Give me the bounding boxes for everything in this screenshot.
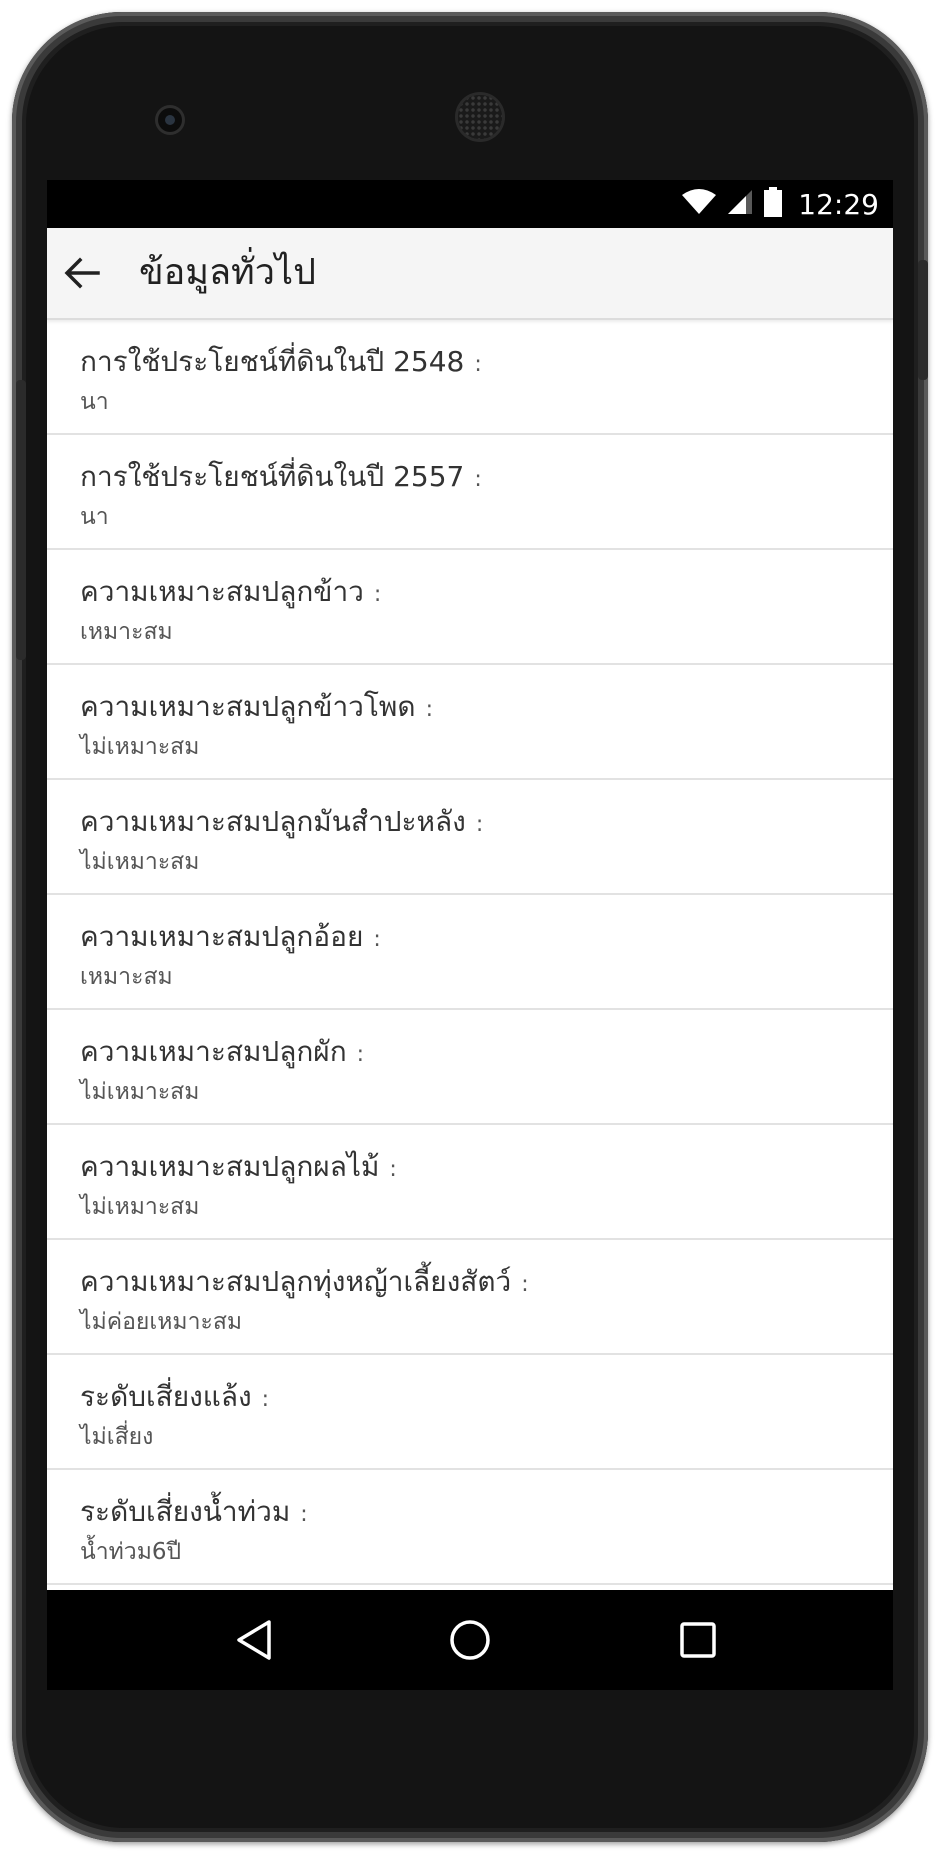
item-colon: : xyxy=(373,927,381,952)
item-colon: : xyxy=(373,582,382,607)
item-value: เหมาะสม xyxy=(80,619,173,645)
list-item[interactable]: ระดับเสี่ยงแล้ง: ไม่เสี่ยง xyxy=(47,1355,893,1470)
status-bar: 12:29 xyxy=(47,180,893,228)
item-label: ความเหมาะสมปลูกทุ่งหญ้าเลี้ยงสัตว์ xyxy=(80,1265,512,1298)
nav-home-button[interactable] xyxy=(445,1615,495,1665)
list-item[interactable]: การใช้ประโยชน์ที่ดินในปี 2548: นา xyxy=(47,320,893,435)
item-label-row: ความเหมาะสมปลูกมันสำปะหลัง: xyxy=(80,802,893,845)
item-colon: : xyxy=(521,1272,529,1297)
item-label-row: การใช้ประโยชน์ที่ดินในปี 2557: xyxy=(80,457,893,500)
item-colon: : xyxy=(300,1502,308,1527)
list-item[interactable]: ระดับเสี่ยงน้ำท่วม: น้ำท่วม6ปี xyxy=(47,1470,893,1585)
item-label-row: ระดับเสี่ยงแล้ง: xyxy=(80,1377,893,1420)
item-colon: : xyxy=(475,812,484,837)
item-value: ไม่เหมาะสม xyxy=(80,734,200,760)
item-colon: : xyxy=(261,1387,270,1412)
item-colon: : xyxy=(474,352,482,377)
home-circle-icon xyxy=(450,1620,490,1660)
item-colon: : xyxy=(474,467,482,492)
nav-back-button[interactable] xyxy=(229,1615,279,1665)
item-value: น้ำท่วม6ปี xyxy=(80,1539,182,1565)
item-value: เหมาะสม xyxy=(80,964,173,990)
item-label: ระดับเสี่ยงแล้ง xyxy=(80,1380,252,1413)
power-button xyxy=(918,260,928,380)
list-item[interactable]: ความเหมาะสมปลูกทุ่งหญ้าเลี้ยงสัตว์: ไม่ค่… xyxy=(47,1240,893,1355)
item-label: ความเหมาะสมปลูกผัก xyxy=(80,1035,347,1068)
item-label-row: ระดับเสี่ยงน้ำท่วม: xyxy=(80,1492,893,1535)
arrow-back-icon xyxy=(64,257,100,289)
item-label-row: ความเหมาะสมปลูกทุ่งหญ้าเลี้ยงสัตว์: xyxy=(80,1262,893,1305)
item-value: ไม่เหมาะสม xyxy=(80,1194,200,1220)
item-label: การใช้ประโยชน์ที่ดินในปี 2548 xyxy=(80,345,465,378)
device-screen: 12:29 ข้อมูลทั่วไป การใช้ประโยชน์ที่ดินใ… xyxy=(47,180,893,1690)
info-list: การใช้ประโยชน์ที่ดินในปี 2548: นา การใช้ปร… xyxy=(47,320,893,1585)
list-item[interactable]: การใช้ประโยชน์ที่ดินในปี 2557: นา xyxy=(47,435,893,550)
item-colon: : xyxy=(356,1042,365,1067)
back-button[interactable] xyxy=(59,250,105,296)
list-item[interactable]: ความเหมาะสมปลูกผลไม้: ไม่เหมาะสม xyxy=(47,1125,893,1240)
item-label-row: ความเหมาะสมปลูกข้าวโพด: xyxy=(80,687,893,730)
list-item[interactable]: ความเหมาะสมปลูกข้าว: เหมาะสม xyxy=(47,550,893,665)
status-time: 12:29 xyxy=(798,187,879,221)
item-label: การใช้ประโยชน์ที่ดินในปี 2557 xyxy=(80,460,465,493)
item-label: ความเหมาะสมปลูกข้าว xyxy=(80,575,364,608)
item-value: ไม่เหมาะสม xyxy=(80,849,200,875)
status-icons: 12:29 xyxy=(682,180,879,228)
cell-signal-icon xyxy=(726,188,754,220)
item-value: ไม่เสี่ยง xyxy=(80,1424,154,1450)
item-value: นา xyxy=(80,389,109,415)
list-item[interactable]: ความเหมาะสมปลูกผัก: ไม่เหมาะสม xyxy=(47,1010,893,1125)
item-label: ความเหมาะสมปลูกมันสำปะหลัง xyxy=(80,805,466,838)
item-label: ระดับเสี่ยงน้ำท่วม xyxy=(80,1495,291,1528)
list-item[interactable]: ความเหมาะสมปลูกข้าวโพด: ไม่เหมาะสม xyxy=(47,665,893,780)
recents-square-icon xyxy=(680,1622,716,1658)
back-triangle-icon xyxy=(237,1620,271,1660)
item-label-row: ความเหมาะสมปลูกข้าว: xyxy=(80,572,893,615)
nav-bar xyxy=(47,1590,893,1690)
volume-button xyxy=(16,380,26,660)
item-colon: : xyxy=(425,697,433,722)
item-label-row: การใช้ประโยชน์ที่ดินในปี 2548: xyxy=(80,342,893,385)
item-label-row: ความเหมาะสมปลูกอ้อย: xyxy=(80,917,893,960)
front-camera xyxy=(158,108,182,132)
list-item[interactable]: ความเหมาะสมปลูกอ้อย: เหมาะสม xyxy=(47,895,893,1010)
nav-recents-button[interactable] xyxy=(673,1615,723,1665)
app-bar: ข้อมูลทั่วไป xyxy=(47,228,893,320)
item-value: ไม่เหมาะสม xyxy=(80,1079,200,1105)
item-label-row: ความเหมาะสมปลูกผัก: xyxy=(80,1032,893,1075)
item-label: ความเหมาะสมปลูกอ้อย xyxy=(80,920,364,953)
list-item[interactable]: ความเหมาะสมปลูกมันสำปะหลัง: ไม่เหมาะสม xyxy=(47,780,893,895)
item-label: ความเหมาะสมปลูกผลไม้ xyxy=(80,1150,380,1183)
wifi-icon xyxy=(682,189,717,219)
item-value: ไม่ค่อยเหมาะสม xyxy=(80,1309,243,1335)
item-label-row: ความเหมาะสมปลูกผลไม้: xyxy=(80,1147,893,1190)
page-title: ข้อมูลทั่วไป xyxy=(139,252,316,293)
item-colon: : xyxy=(389,1157,397,1182)
battery-icon xyxy=(764,187,783,221)
item-value: นา xyxy=(80,504,109,530)
item-label: ความเหมาะสมปลูกข้าวโพด xyxy=(80,690,416,723)
earpiece-speaker xyxy=(458,95,502,139)
